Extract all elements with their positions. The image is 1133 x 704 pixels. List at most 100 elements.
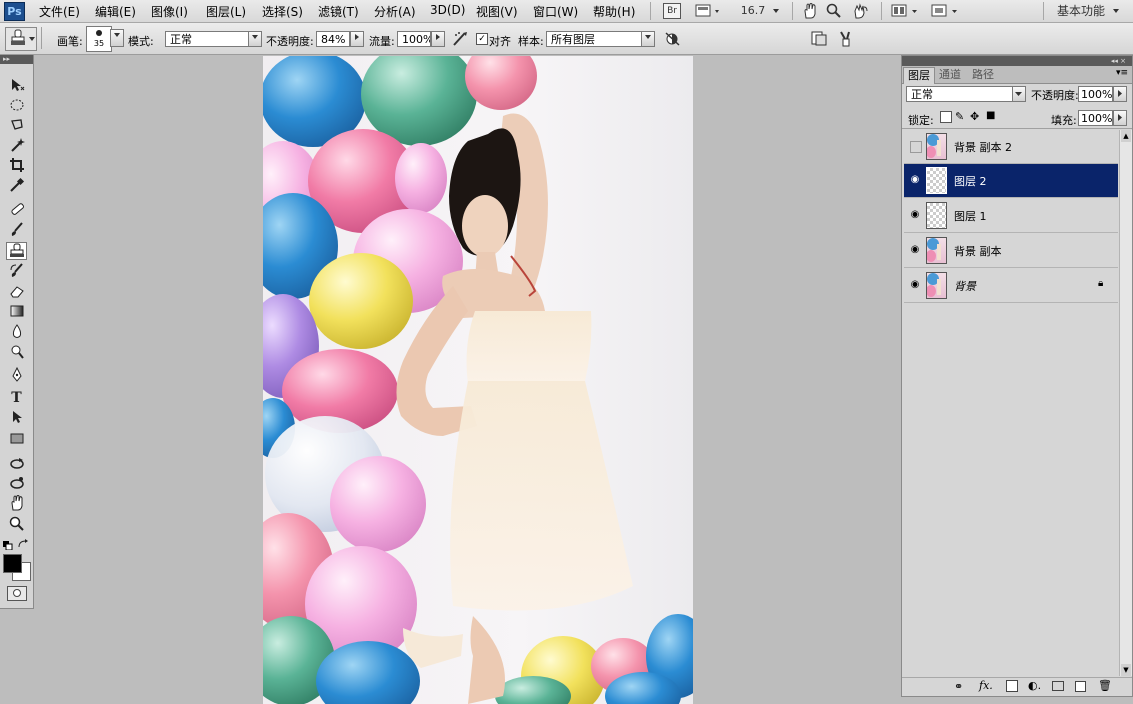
visibility-toggle-off[interactable] [910,141,922,153]
mode-select[interactable]: 正常 [165,31,249,47]
eraser-tool[interactable] [6,283,27,301]
blur-tool[interactable] [6,323,27,341]
move-tool[interactable] [6,77,27,95]
layer-opacity-field[interactable]: 100% [1078,86,1113,102]
fill-field[interactable]: 100% [1078,110,1113,126]
brush-picker-dropdown-button[interactable] [110,29,124,47]
minibridge-button[interactable] [693,1,725,20]
layer-row[interactable]: 背景 副本 2 [904,130,1118,164]
layer-style-icon[interactable]: fx. [979,679,993,692]
document-canvas[interactable] [263,56,693,704]
sample-dropdown-button[interactable] [641,31,655,47]
collapse-panel-icon[interactable]: ◂◂ × [1111,56,1126,66]
opacity-slider-button[interactable] [350,31,364,47]
default-colors-button[interactable] [3,540,13,551]
eyedropper-tool[interactable] [6,177,27,195]
pen-tool[interactable] [6,366,27,385]
blend-mode-select[interactable]: 正常 [906,86,1024,102]
foreground-color-swatch[interactable] [3,554,22,573]
menu-filter[interactable]: 滤镜(T) [318,3,359,20]
lock-all-icon[interactable]: ■ [986,110,995,121]
quick-mask-button[interactable] [7,586,27,601]
fill-slider-button[interactable] [1113,110,1127,126]
menu-select[interactable]: 选择(S) [262,3,303,20]
eye-icon[interactable]: ◉ [908,243,922,257]
panel-menu-icon[interactable]: ▾≡ [1116,68,1128,78]
new-layer-icon[interactable] [1075,681,1086,692]
shape-tool[interactable] [6,430,27,448]
3d-rotate-tool[interactable] [6,455,27,473]
menu-edit[interactable]: 编辑(E) [95,3,136,20]
brush-panel-button[interactable] [837,30,857,48]
layer-row[interactable]: ◉ 背景 🔒︎ [904,269,1118,303]
zoom-tool-button[interactable] [823,1,845,20]
mode-dropdown-button[interactable] [248,31,262,47]
dodge-tool[interactable] [6,344,27,362]
screen-mode-button[interactable] [929,1,963,20]
hand-tool-button[interactable] [799,1,821,20]
bridge-button[interactable]: Br [660,1,684,20]
tool-preset-picker[interactable] [5,27,37,51]
tab-paths[interactable]: 路径 [968,67,998,83]
3d-orbit-tool[interactable] [6,475,27,493]
zoom-tool[interactable] [6,516,27,534]
opacity-field[interactable]: 84% [316,31,350,47]
lock-position-icon[interactable]: ✥ [970,110,979,123]
rotate-view-button[interactable] [849,1,871,20]
clone-source-panel-button[interactable] [809,30,829,48]
link-layers-icon[interactable]: ⚭ [954,680,963,693]
brush-preset-picker[interactable]: 35 [86,26,112,52]
flow-slider-button[interactable] [431,31,445,47]
trash-icon[interactable]: 🗑︎ [1098,679,1112,692]
airbrush-button[interactable] [451,30,471,48]
menu-view[interactable]: 视图(V) [476,3,518,20]
lock-transparency-icon[interactable] [940,111,952,123]
history-brush-tool[interactable] [6,262,27,280]
layer-opacity-slider-button[interactable] [1113,86,1127,102]
sample-select[interactable]: 所有图层 [546,31,642,47]
hand-tool[interactable] [6,495,27,513]
layer-row-selected[interactable]: ◉ 图层 2 [904,164,1118,198]
eye-icon[interactable]: ◉ [908,278,922,292]
lasso-marquee-tool[interactable] [6,97,27,115]
zoom-level-dropdown[interactable]: 16.7 [740,1,782,20]
scroll-down-icon[interactable]: ▼ [1121,664,1131,676]
healing-brush-tool[interactable] [6,201,27,219]
menu-layer[interactable]: 图层(L) [206,3,246,20]
lasso-tool[interactable] [6,117,27,135]
new-group-icon[interactable] [1052,681,1064,691]
layers-scrollbar[interactable]: ▲ ▼ [1119,130,1132,676]
adjustment-layer-icon[interactable]: ◐. [1028,679,1041,692]
ignore-adjustment-layers-button[interactable] [664,31,682,47]
gradient-tool[interactable] [6,303,27,321]
workspace-switcher[interactable]: 基本功能 [1049,1,1129,20]
menu-analysis[interactable]: 分析(A) [374,3,416,20]
type-tool[interactable]: T [6,389,27,407]
path-selection-tool[interactable] [6,409,27,427]
swap-colors-button[interactable] [18,539,29,549]
scroll-up-icon[interactable]: ▲ [1121,130,1131,142]
add-mask-icon[interactable] [1006,680,1018,692]
crop-tool[interactable] [6,157,27,175]
menu-file[interactable]: 文件(E) [39,3,80,20]
tab-channels[interactable]: 通道 [935,67,965,83]
tools-panel-header[interactable]: ▸▸ [0,55,33,64]
tab-layers[interactable]: 图层 [903,67,935,84]
clone-stamp-tool[interactable] [6,242,27,260]
menu-window[interactable]: 窗口(W) [533,3,578,20]
eye-icon[interactable]: ◉ [908,208,922,222]
magic-wand-tool[interactable] [6,137,27,155]
layer-row[interactable]: ◉ 背景 副本 [904,234,1118,268]
menu-image[interactable]: 图像(I) [151,3,188,20]
layer-row[interactable]: ◉ 图层 1 [904,199,1118,233]
flow-field[interactable]: 100% [397,31,431,47]
menu-help[interactable]: 帮助(H) [593,3,635,20]
aligned-checkbox[interactable]: ✓ [476,33,488,45]
panel-header[interactable]: ◂◂ × [902,56,1132,66]
eye-icon[interactable]: ◉ [908,173,922,187]
arrange-documents-button[interactable] [889,1,923,20]
lock-pixels-icon[interactable]: ✎ [955,110,964,123]
menu-3d[interactable]: 3D(D) [430,3,465,17]
blend-mode-dropdown-button[interactable] [1012,86,1026,102]
brush-tool[interactable] [6,221,27,239]
